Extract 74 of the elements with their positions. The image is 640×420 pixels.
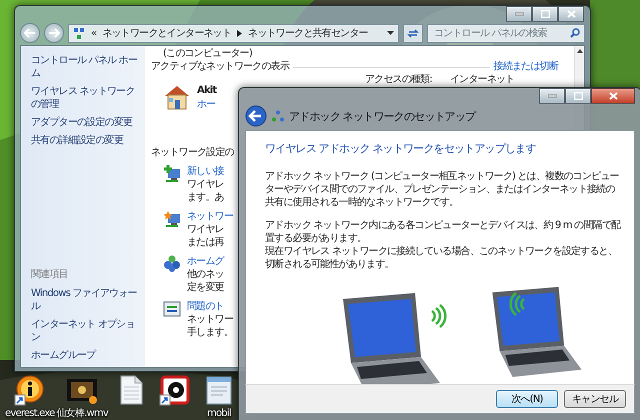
info-icon[interactable] bbox=[14, 374, 46, 406]
left-arrow-icon bbox=[24, 28, 36, 38]
close-icon bbox=[608, 92, 618, 100]
sidebar-link[interactable]: 共有の詳細設定の変更 bbox=[31, 134, 139, 147]
minimize-icon bbox=[548, 94, 556, 98]
field-value: インターネット bbox=[450, 74, 514, 86]
section-heading: 関連項目 bbox=[31, 268, 69, 281]
network-star-icon bbox=[163, 210, 181, 228]
body-text: アドホック ネットワーク内にある各コンピューターとデバイスは、約 9 m の間隔で配置する必要があります。 bbox=[265, 219, 622, 245]
sidebar-link[interactable]: コントロール パネル ホーム bbox=[31, 54, 139, 80]
section-heading: アクティブなネットワークの表示 bbox=[151, 60, 290, 73]
right-arrow-icon bbox=[48, 28, 60, 38]
minimize-button[interactable] bbox=[506, 6, 532, 22]
close-button[interactable] bbox=[558, 6, 584, 22]
close-icon bbox=[566, 10, 576, 18]
scroll-up-icon[interactable] bbox=[576, 49, 582, 53]
refresh-button[interactable] bbox=[403, 24, 423, 42]
network-icon bbox=[272, 110, 284, 122]
dialog-heading: ワイヤレス アドホック ネットワークをセットアップします bbox=[265, 141, 537, 156]
task-description: 手します。 bbox=[187, 326, 234, 339]
task-description: または再 bbox=[187, 236, 224, 249]
refresh-icon bbox=[407, 28, 419, 38]
back-button[interactable] bbox=[245, 105, 267, 127]
sidebar-link[interactable]: アダプターの設定の変更 bbox=[31, 116, 139, 129]
maximize-button[interactable] bbox=[565, 88, 591, 104]
breadcrumb[interactable]: ネットワークとインターネット bbox=[102, 26, 232, 40]
connect-link[interactable]: 接続または切断 bbox=[494, 60, 558, 73]
caption-text: (このコンピューター) bbox=[163, 48, 254, 59]
sidebar-link[interactable]: Windows ファイアウォール bbox=[31, 287, 139, 313]
task-description: 他のネッ bbox=[187, 268, 224, 281]
dropdown-icon[interactable] bbox=[387, 31, 394, 35]
breadcrumb[interactable]: ネットワークと共有センター bbox=[248, 26, 368, 40]
sidebar-link[interactable]: ワイヤレス ネットワークの管理 bbox=[31, 85, 139, 111]
sidebar-link[interactable]: ホームグループ bbox=[31, 349, 139, 362]
task-link[interactable]: 問題のト bbox=[187, 300, 224, 313]
address-bar[interactable]: « ネットワークとインターネット ネットワークと共有センター bbox=[68, 24, 399, 42]
body-text: 現在ワイヤレス ネットワークに接続している場合、このネットワークを設定すると、切断される可能性があります。 bbox=[265, 245, 618, 271]
troubleshoot-icon bbox=[163, 300, 181, 318]
sidebar-link[interactable]: インターネット オプション bbox=[31, 318, 139, 344]
network-plus-icon bbox=[163, 165, 181, 183]
next-button[interactable]: 次へ(N) bbox=[496, 390, 558, 408]
section-heading: ネットワーク設定の bbox=[151, 146, 234, 159]
icon-label: everest.exe bbox=[5, 408, 55, 420]
task-link[interactable]: ホームグ bbox=[187, 255, 224, 268]
lens-icon[interactable] bbox=[158, 374, 191, 406]
network-icon bbox=[73, 26, 85, 40]
task-description: ネットワー bbox=[187, 313, 234, 326]
cancel-button[interactable]: キャンセル bbox=[564, 390, 626, 408]
forward-button[interactable] bbox=[44, 23, 64, 43]
house-icon bbox=[163, 84, 191, 110]
maximize-button[interactable] bbox=[532, 6, 558, 22]
task-link[interactable]: 新しい接 bbox=[187, 165, 224, 178]
breadcrumb-overflow[interactable]: « bbox=[91, 28, 96, 38]
network-name: Akit bbox=[197, 84, 216, 98]
task-description: ます。あ bbox=[187, 191, 224, 204]
body-text: アドホック ネットワーク (コンピューター相互ネットワーク) とは、複数のコンピューターやデバイス間でのファイル、プレゼンテーション、またはインターネット接続の共有に使用される一時的なネットワークです。 bbox=[265, 170, 620, 209]
maximize-icon bbox=[540, 10, 550, 18]
maximize-icon bbox=[574, 92, 582, 100]
search-icon bbox=[570, 28, 580, 38]
minimize-button[interactable] bbox=[539, 88, 565, 104]
search-field[interactable]: コントロール パネルの検索 bbox=[427, 24, 585, 42]
minimize-icon bbox=[514, 12, 524, 16]
homegroup-icon bbox=[163, 255, 181, 273]
task-description: ワイヤレ bbox=[187, 223, 224, 236]
homegroup-link[interactable]: ホー bbox=[197, 98, 216, 111]
icon-label: mobil bbox=[207, 408, 231, 420]
task-description: ワイヤレ bbox=[187, 178, 224, 191]
icon-label: 仙女棒.wmv bbox=[56, 408, 108, 420]
close-button[interactable] bbox=[591, 88, 635, 104]
dialog-title: アドホック ネットワークのセットアップ bbox=[289, 108, 476, 124]
chevron-icon bbox=[237, 30, 242, 36]
task-description: 定を変更 bbox=[187, 281, 224, 294]
task-link[interactable]: ネットワー bbox=[187, 210, 234, 223]
field-label: アクセスの種類: bbox=[365, 74, 432, 86]
